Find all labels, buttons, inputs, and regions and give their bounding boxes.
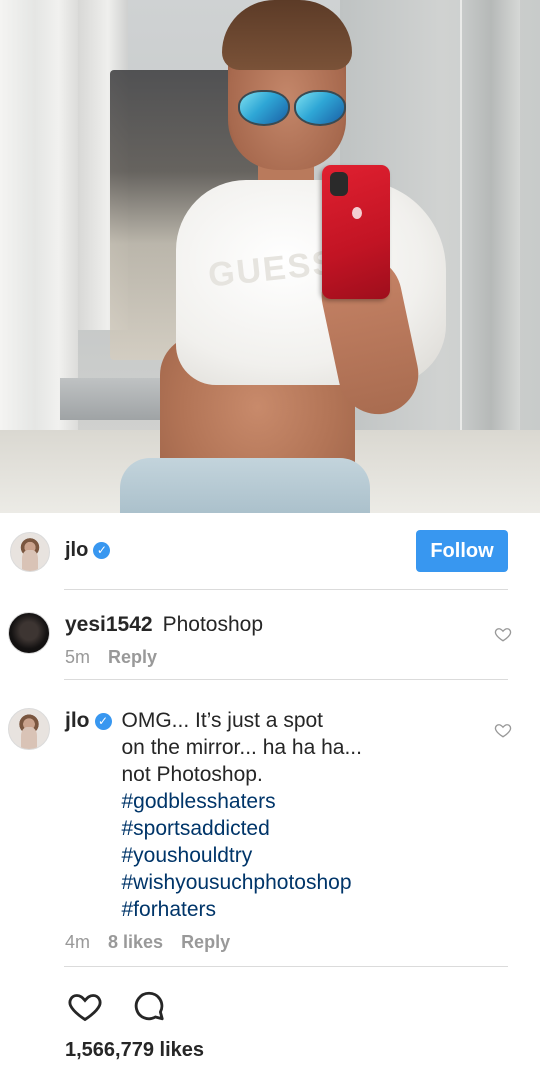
comment-text-block: OMG... It’s just a spot on the mirror...…: [122, 707, 362, 923]
avatar[interactable]: [8, 708, 50, 750]
likes-count[interactable]: 1,566,779 likes: [65, 1039, 204, 1062]
divider: [64, 679, 508, 680]
comment-body: yesi1542 Photoshop 5m Reply: [65, 611, 263, 671]
comment-body: jlo ✓ OMG... It’s just a spot on the mirr…: [65, 707, 445, 956]
heart-icon[interactable]: [494, 625, 512, 643]
hashtag-link[interactable]: #forhaters: [122, 896, 362, 923]
post-actions: [0, 982, 540, 1032]
shirt-print: GUESS: [206, 243, 339, 295]
heart-icon[interactable]: [66, 988, 104, 1024]
comment-author[interactable]: jlo ✓: [65, 707, 112, 923]
comment-meta: 5m Reply: [65, 644, 263, 671]
follow-button[interactable]: Follow: [416, 530, 508, 572]
verified-badge-icon: ✓: [94, 713, 112, 730]
heart-icon[interactable]: [494, 721, 512, 739]
sunglasses-left-lens: [238, 90, 290, 126]
comment-text-line: OMG... It’s just a spot: [121, 709, 324, 732]
phone-logo: [352, 207, 362, 219]
comment-time: 5m: [65, 647, 91, 667]
red-phone: [322, 165, 390, 299]
comment-text-line: on the mirror... ha ha ha...: [121, 736, 362, 759]
divider: [64, 966, 508, 967]
phone-camera: [330, 172, 348, 196]
post-author[interactable]: jlo ✓: [65, 539, 111, 562]
divider: [64, 589, 508, 590]
comment-username[interactable]: yesi1542: [65, 613, 153, 636]
comment-meta: 4m 8 likes Reply: [65, 929, 445, 956]
post-photo[interactable]: GUESS: [0, 0, 540, 513]
username[interactable]: jlo: [65, 539, 88, 561]
hashtag-link[interactable]: #youshouldtry: [122, 842, 362, 869]
comment-bubble-icon[interactable]: [130, 988, 168, 1024]
post-header: jlo ✓ Follow: [0, 522, 540, 580]
hashtag-link[interactable]: #godblesshaters: [122, 788, 362, 815]
verified-badge-icon: ✓: [93, 542, 111, 559]
comment-username[interactable]: jlo: [65, 709, 90, 732]
sunglasses-right-lens: [294, 90, 346, 126]
avatar[interactable]: [10, 532, 50, 572]
reply-button[interactable]: Reply: [108, 647, 157, 667]
avatar[interactable]: [8, 612, 50, 654]
comment-text-line: not Photoshop.: [121, 763, 263, 786]
comment-time: 4m: [65, 932, 91, 952]
hashtag-link[interactable]: #wishyousuchphotoshop: [122, 869, 362, 896]
reply-button[interactable]: Reply: [181, 932, 230, 952]
pants: [120, 458, 370, 513]
comment-likes[interactable]: 8 likes: [108, 932, 163, 952]
hair: [222, 0, 352, 70]
comment-text: Photoshop: [162, 613, 264, 636]
hashtag-link[interactable]: #sportsaddicted: [122, 815, 362, 842]
